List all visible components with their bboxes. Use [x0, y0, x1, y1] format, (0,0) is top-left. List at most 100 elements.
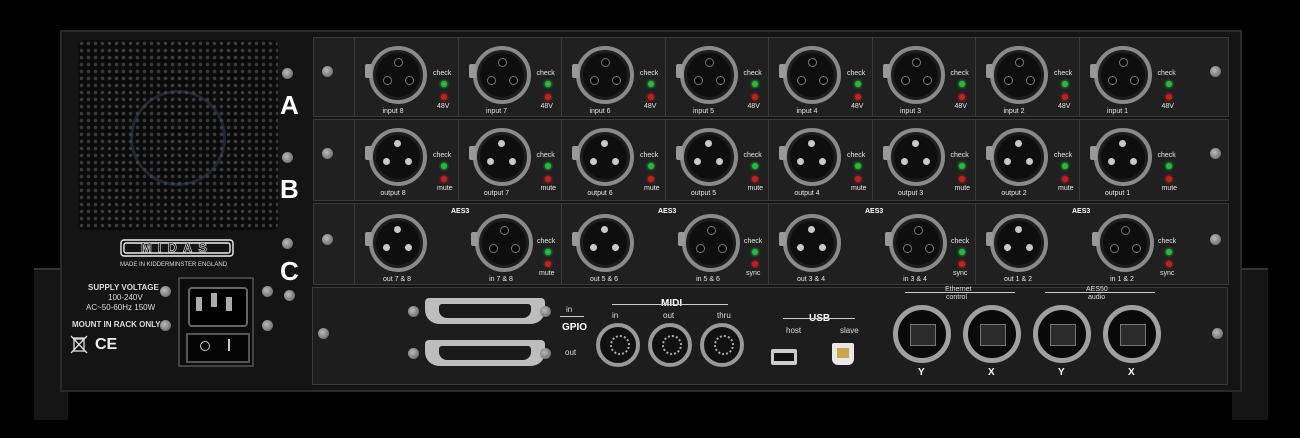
check-label: check	[1158, 238, 1177, 245]
aes50-x-port[interactable]	[1103, 305, 1161, 363]
channel-label: input 4	[796, 108, 818, 115]
xlr-pin	[1107, 158, 1115, 165]
xlr-pin	[922, 158, 930, 165]
xlr-latch	[365, 146, 372, 160]
module-card: output 1 check mute	[1078, 120, 1183, 200]
phantom-label: 48V	[747, 103, 760, 110]
xlr-male-connector[interactable]	[986, 214, 1048, 272]
midi-in-port[interactable]	[596, 323, 640, 367]
xlr-male-connector[interactable]	[779, 128, 841, 186]
xlr-male-connector[interactable]	[365, 128, 427, 186]
channel-label: output 1	[1104, 190, 1131, 197]
xlr-pin	[394, 58, 403, 67]
usb-host-port[interactable]	[771, 349, 797, 365]
midi-out-port[interactable]	[648, 323, 692, 367]
channel-label: input 8	[382, 108, 404, 115]
status-led	[958, 176, 965, 182]
xlr-female-connector[interactable]	[882, 46, 945, 104]
module-card: output 7 check mute	[457, 120, 562, 200]
midi-in-label: in	[612, 311, 619, 320]
screw	[1210, 148, 1221, 159]
ethernet-x-port[interactable]	[963, 305, 1021, 363]
xlr-female-connector[interactable]	[1092, 214, 1154, 272]
xlr-pin	[900, 158, 908, 165]
xlr-female-connector[interactable]	[675, 46, 738, 104]
ethernet-x-label: X	[988, 367, 995, 378]
xlr-latch	[885, 232, 892, 246]
xlr-pin	[1015, 226, 1022, 233]
xlr-male-connector[interactable]	[675, 128, 738, 186]
xlr-pin	[715, 76, 725, 85]
xlr-latch	[1089, 146, 1097, 160]
usb-slave-port[interactable]	[832, 343, 854, 365]
xlr-pin	[500, 226, 509, 235]
check-led	[441, 163, 447, 169]
screw	[262, 320, 273, 331]
mute-label: mute	[954, 185, 971, 192]
mute-label: mute	[437, 185, 453, 192]
xlr-female-connector[interactable]	[572, 46, 634, 104]
xlr-pin	[808, 140, 815, 147]
status-led	[441, 176, 447, 182]
xlr-pin	[718, 244, 727, 253]
xlr-female-connector[interactable]	[779, 46, 841, 104]
in-pair-label: in 1 & 2	[1110, 276, 1134, 283]
xlr-pin	[693, 76, 703, 85]
xlr-female-connector[interactable]	[1089, 46, 1152, 104]
midi-thru-port[interactable]	[700, 323, 744, 367]
status-led	[751, 176, 758, 182]
xlr-pin	[590, 158, 597, 165]
xlr-male-connector[interactable]	[1089, 128, 1152, 186]
out-pair-label: out 7 & 8	[382, 276, 412, 283]
gpio-out-connector[interactable]	[425, 340, 545, 366]
xlr-male-connector[interactable]	[468, 128, 531, 186]
card-row-c: AES3 out 7 & 8 in 7 & 8 check mute AES3 out 5 …	[313, 203, 1229, 285]
check-led	[648, 81, 654, 87]
xlr-female-connector[interactable]	[885, 214, 947, 272]
xlr-latch	[882, 146, 890, 160]
midi-out-label: out	[663, 311, 675, 320]
ethernet-y-port[interactable]	[893, 305, 951, 363]
xlr-pin	[601, 226, 608, 233]
xlr-female-connector[interactable]	[365, 46, 427, 104]
xlr-pin	[511, 244, 520, 253]
xlr-male-connector[interactable]	[572, 128, 634, 186]
xlr-male-connector[interactable]	[365, 214, 427, 272]
xlr-male-connector[interactable]	[572, 214, 634, 272]
usb-slave-label: slave	[840, 326, 859, 335]
module-card: input 5 check 48V	[664, 38, 769, 116]
status-led	[752, 261, 758, 267]
xlr-female-connector[interactable]	[986, 46, 1048, 104]
aes3-module-card: AES3 out 1 & 2 in 1 & 2 check sync	[975, 204, 1182, 284]
xlr-pin	[1121, 226, 1130, 235]
aes3-module-card: AES3 out 3 & 4 in 3 & 4 check sync	[768, 204, 975, 284]
channel-label: input 1	[1106, 108, 1129, 115]
xlr-male-connector[interactable]	[882, 128, 945, 186]
xlr-female-connector[interactable]	[471, 214, 533, 272]
channel-label: output 4	[794, 190, 820, 197]
xlr-male-connector[interactable]	[986, 128, 1048, 186]
channel-label: output 3	[897, 190, 924, 197]
screw	[408, 306, 419, 317]
status-led	[1165, 176, 1172, 182]
phantom-label: 48V	[1058, 103, 1071, 110]
xlr-female-connector[interactable]	[678, 214, 740, 272]
aes50-y-port[interactable]	[1033, 305, 1091, 363]
xlr-female-connector[interactable]	[468, 46, 531, 104]
aes3-label: AES3	[1072, 208, 1091, 215]
xlr-pin	[707, 226, 716, 235]
status-label: sync	[953, 270, 968, 277]
status-led	[1165, 94, 1172, 100]
iec-power-inlet[interactable]	[178, 277, 254, 367]
power-switch[interactable]	[186, 333, 250, 363]
xlr-pin	[911, 58, 921, 67]
module-card: output 5 check mute	[664, 120, 769, 200]
check-label: check	[433, 152, 452, 159]
mute-label: mute	[851, 185, 867, 192]
aes50-subtitle: audio	[1088, 294, 1106, 301]
gpio-in-connector[interactable]	[425, 298, 545, 324]
xlr-pin	[590, 244, 597, 251]
screw	[1212, 328, 1223, 339]
made-in-label: MADE IN KIDDERMINSTER ENGLAND	[120, 262, 228, 268]
xlr-male-connector[interactable]	[779, 214, 841, 272]
